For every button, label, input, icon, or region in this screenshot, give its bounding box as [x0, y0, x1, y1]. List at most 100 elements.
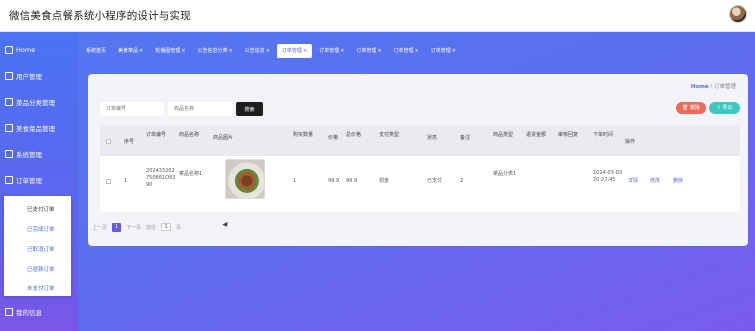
close-icon[interactable]: ×: [228, 48, 232, 54]
export-icon: ⇪: [716, 105, 721, 111]
select-all-checkbox[interactable]: [106, 139, 111, 144]
main-panel: Home / 订单管理 搜索 🗑 删除 ⇪ 导出 序号 订单编号 商品名称 商品…: [88, 74, 748, 246]
orders-submenu: 已支付订单 已完成订单 已取消订单 已退款订单 未支付订单: [4, 196, 71, 296]
col-order-time[interactable]: 下单时间: [593, 132, 613, 139]
detail-link[interactable]: 详情: [628, 178, 638, 185]
col-quantity[interactable]: 购买数量: [293, 132, 313, 139]
sidebar-item-label: 菜品分类管理: [16, 99, 55, 107]
breadcrumb-current: 订单管理: [713, 84, 736, 90]
tab-orders-active[interactable]: 订单管理×: [276, 44, 313, 58]
page-number-current[interactable]: 1: [112, 222, 122, 232]
tab-orders[interactable]: 订单管理×: [314, 44, 349, 58]
tab-dishes[interactable]: 美食菜品×: [113, 44, 148, 58]
sidebar-item-label: 我的信息: [16, 309, 42, 317]
col-audit-reply[interactable]: 审核回复: [558, 132, 578, 139]
delete-button[interactable]: 🗑 删除: [676, 102, 706, 114]
col-price[interactable]: 价格: [328, 135, 338, 142]
search-button[interactable]: 搜索: [236, 102, 263, 116]
cell-order-no: 202433202750861O9390: [146, 168, 176, 188]
cell-status: 已支付: [427, 178, 443, 184]
col-pay-type[interactable]: 支付类型: [379, 132, 399, 139]
submenu-item-unpaid[interactable]: 未支付订单: [27, 284, 55, 292]
sidebar-item-profile[interactable]: 我的信息: [5, 305, 42, 319]
breadcrumb-separator: /: [710, 84, 713, 90]
order-no-input[interactable]: [100, 102, 164, 116]
sidebar-item-label: 美食菜品管理: [16, 125, 55, 133]
order-icon: [5, 176, 13, 184]
orders-table: 序号 订单编号 商品名称 商品图片 购买数量 价格 总价格 支付类型 状态 备注…: [100, 126, 740, 212]
dish-icon: [5, 124, 13, 132]
edit-link[interactable]: 修改: [650, 178, 660, 185]
sidebar-item-label: 用户管理: [16, 73, 42, 81]
close-icon[interactable]: ×: [377, 48, 381, 54]
col-actions: 操作: [625, 139, 636, 145]
submenu-item-paid[interactable]: 已支付订单: [27, 205, 55, 213]
col-dish-image[interactable]: 商品图片: [213, 135, 233, 142]
submenu-item-refunded[interactable]: 已退款订单: [27, 265, 55, 273]
sidebar-item-home[interactable]: Home: [5, 43, 35, 57]
next-page-button[interactable]: 下一页: [126, 224, 141, 231]
submenu-item-completed[interactable]: 已完成订单: [27, 225, 55, 233]
dish-name-input[interactable]: [168, 102, 232, 116]
col-dish-name[interactable]: 商品名称: [179, 132, 199, 139]
cell-pay-type: 现金: [379, 178, 390, 184]
breadcrumb: Home / 订单管理: [691, 82, 736, 90]
table-header: 序号 订单编号 商品名称 商品图片 购买数量 价格 总价格 支付类型 状态 备注…: [100, 126, 740, 156]
close-icon[interactable]: ×: [340, 48, 344, 54]
export-button[interactable]: ⇪ 导出: [709, 102, 740, 114]
goto-label: 前往: [146, 224, 157, 231]
col-status[interactable]: 状态: [427, 135, 437, 142]
sidebar-item-label: 系统管理: [16, 151, 42, 159]
cell-dish-name: 菜品名称1: [179, 171, 203, 177]
cell-quantity: 1: [293, 178, 297, 184]
sidebar-item-category[interactable]: 菜品分类管理: [5, 95, 55, 109]
close-icon[interactable]: ×: [139, 48, 143, 54]
col-dish-type[interactable]: 商品类型: [493, 132, 513, 139]
sidebar-item-system[interactable]: 系统管理: [5, 147, 42, 161]
system-icon: [5, 150, 13, 158]
cell-order-time: 2024-03-03 20:27:45: [593, 170, 623, 183]
delete-link[interactable]: 删除: [673, 178, 683, 185]
sidebar-item-orders[interactable]: 订单管理: [5, 173, 42, 187]
profile-icon: [5, 308, 13, 316]
tab-carousel[interactable]: 轮播图管理×: [150, 44, 190, 58]
tab-orders[interactable]: 订单管理×: [351, 44, 386, 58]
tab-notice-category[interactable]: 公告信息分类×: [192, 44, 237, 58]
submenu-item-cancelled[interactable]: 已取消订单: [27, 245, 55, 253]
search-bar: 搜索: [100, 102, 263, 116]
category-icon: [5, 98, 13, 106]
cell-remark: 2: [460, 178, 464, 184]
close-icon[interactable]: ×: [452, 48, 456, 54]
tab-orders[interactable]: 订单管理×: [389, 44, 424, 58]
tab-orders[interactable]: 订单管理×: [426, 44, 461, 58]
sidebar-item-label: 订单管理: [16, 177, 42, 185]
close-icon[interactable]: ×: [415, 48, 419, 54]
sidebar-item-label: Home: [16, 46, 36, 54]
col-refund[interactable]: 退货金额: [526, 132, 546, 139]
sidebar-item-users[interactable]: 用户管理: [5, 69, 42, 83]
breadcrumb-home[interactable]: Home: [691, 84, 709, 90]
users-icon: [5, 72, 13, 80]
col-order-no[interactable]: 订单编号: [146, 132, 166, 139]
row-checkbox[interactable]: [106, 179, 111, 184]
app-title: 微信美食点餐系统小程序的设计与实现: [9, 10, 191, 22]
close-icon[interactable]: ×: [303, 48, 307, 54]
cell-dish-type: 菜品分类1: [493, 171, 517, 177]
close-icon[interactable]: ×: [266, 48, 270, 54]
top-bar: 微信美食点餐系统小程序的设计与实现: [0, 0, 755, 32]
col-remark[interactable]: 备注: [460, 135, 470, 142]
tab-bar: 系统首页 美食菜品× 轮播图管理× 公告信息分类× 公告信息× 订单管理× 订单…: [78, 44, 461, 58]
avatar[interactable]: [729, 5, 747, 23]
tab-notice[interactable]: 公告信息×: [240, 44, 275, 58]
col-index: 序号: [124, 139, 135, 145]
cell-price: 99.9: [328, 178, 340, 184]
dish-image[interactable]: [225, 159, 265, 199]
sidebar-item-dishes[interactable]: 美食菜品管理: [5, 121, 55, 135]
prev-page-button[interactable]: 上一页: [92, 224, 107, 231]
col-total[interactable]: 总价格: [346, 132, 361, 139]
cell-index: 1: [124, 178, 128, 184]
tab-home[interactable]: 系统首页: [81, 44, 111, 58]
page-jump-input[interactable]: 1: [161, 223, 172, 231]
cell-total: 99.9: [346, 178, 358, 184]
close-icon[interactable]: ×: [181, 48, 185, 54]
